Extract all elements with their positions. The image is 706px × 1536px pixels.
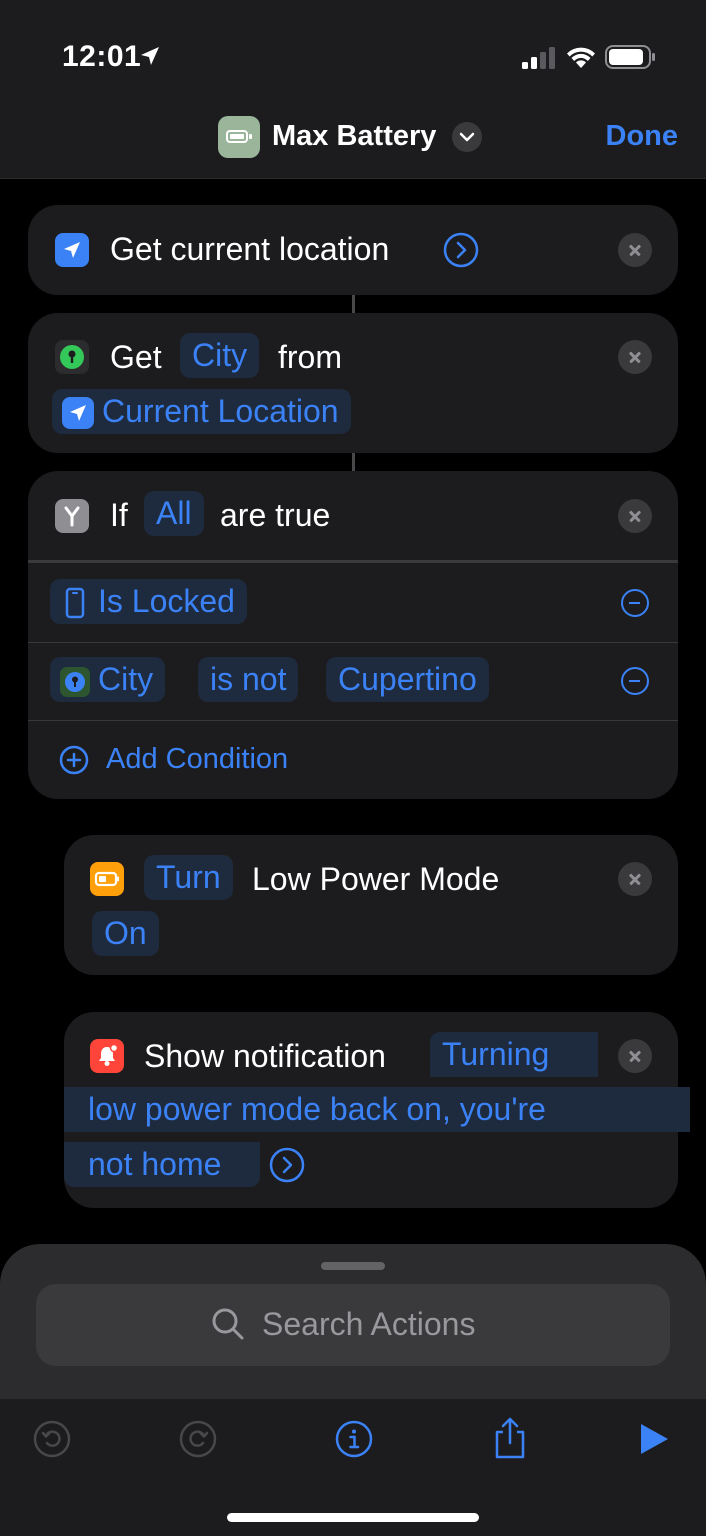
flow-connector bbox=[352, 453, 355, 471]
remove-action-icon[interactable] bbox=[618, 340, 652, 374]
search-actions-field[interactable]: Search Actions bbox=[36, 1284, 670, 1366]
are-true-label: are true bbox=[220, 497, 331, 533]
row-divider bbox=[28, 642, 678, 643]
redo-icon[interactable] bbox=[178, 1419, 218, 1459]
action-get-current-location[interactable]: Get current location bbox=[28, 205, 678, 295]
location-arrow-icon bbox=[141, 47, 159, 65]
wifi-icon bbox=[567, 47, 595, 68]
action-get-city[interactable]: Get City from Current Location bbox=[28, 313, 678, 453]
turn-token[interactable]: Turn bbox=[144, 855, 233, 900]
play-icon[interactable] bbox=[634, 1419, 674, 1459]
nav-bar: Max Battery Done bbox=[0, 100, 706, 179]
notification-text-line: Turning bbox=[430, 1032, 598, 1077]
phone-icon bbox=[65, 587, 85, 619]
battery-low-icon bbox=[90, 862, 124, 896]
is-locked-label: Is Locked bbox=[98, 583, 235, 619]
action-if-block[interactable]: If All are true Is Locked City is not Cu… bbox=[28, 471, 678, 799]
branch-icon bbox=[55, 499, 89, 533]
sheet-grabber[interactable] bbox=[321, 1262, 385, 1270]
remove-action-icon[interactable] bbox=[618, 499, 652, 533]
chevron-right-circle-icon[interactable] bbox=[442, 231, 480, 269]
get-label: Get bbox=[110, 339, 162, 375]
undo-icon[interactable] bbox=[32, 1419, 72, 1459]
editor-toolbar bbox=[0, 1398, 706, 1536]
shortcut-title[interactable]: Max Battery bbox=[272, 120, 436, 153]
battery-icon bbox=[605, 45, 655, 69]
add-condition-label: Add Condition bbox=[106, 743, 289, 775]
action-low-power-mode[interactable]: Turn Low Power Mode On bbox=[64, 835, 678, 975]
if-label: If bbox=[110, 497, 128, 533]
low-power-mode-label: Low Power Mode bbox=[252, 861, 500, 897]
cellular-signal-icon bbox=[522, 47, 555, 69]
status-time: 12:01 bbox=[62, 40, 142, 73]
remove-action-icon[interactable] bbox=[618, 233, 652, 267]
city-property-token[interactable]: City bbox=[180, 333, 260, 378]
done-button[interactable]: Done bbox=[606, 120, 679, 153]
home-indicator bbox=[227, 1513, 479, 1522]
flow-connector bbox=[352, 295, 355, 313]
chevron-down-icon[interactable] bbox=[452, 122, 482, 152]
notification-text-line: not home bbox=[64, 1142, 260, 1187]
status-bar: 12:01 bbox=[0, 0, 706, 100]
remove-condition-icon[interactable] bbox=[621, 667, 649, 695]
header-divider bbox=[28, 560, 678, 563]
remove-action-icon[interactable] bbox=[618, 1039, 652, 1073]
shortcut-battery-icon[interactable] bbox=[218, 116, 260, 158]
location-pin-icon bbox=[60, 667, 90, 697]
notification-bell-icon bbox=[90, 1039, 124, 1073]
quantifier-token[interactable]: All bbox=[144, 491, 204, 536]
remove-condition-icon[interactable] bbox=[621, 589, 649, 617]
state-token[interactable]: On bbox=[92, 911, 159, 956]
location-pin-icon bbox=[55, 340, 89, 374]
action-search-sheet: Search Actions bbox=[0, 1244, 706, 1404]
plus-circle-icon bbox=[59, 745, 89, 775]
info-icon[interactable] bbox=[334, 1419, 374, 1459]
from-label: from bbox=[278, 339, 342, 375]
notification-text-line: low power mode back on, you're bbox=[64, 1087, 690, 1132]
action-label: Get current location bbox=[110, 231, 390, 267]
location-icon bbox=[55, 233, 89, 267]
remove-action-icon[interactable] bbox=[618, 862, 652, 896]
current-location-label: Current Location bbox=[102, 393, 339, 429]
search-icon bbox=[212, 1308, 244, 1340]
chevron-right-circle-icon[interactable] bbox=[268, 1146, 306, 1184]
row-divider bbox=[28, 720, 678, 721]
search-placeholder: Search Actions bbox=[262, 1306, 476, 1342]
value-token[interactable]: Cupertino bbox=[326, 657, 489, 702]
current-location-variable[interactable]: Current Location bbox=[52, 389, 351, 434]
city-label: City bbox=[98, 661, 154, 697]
shortcut-editor-screen: 12:01 Max Battery Done Get current locat… bbox=[0, 0, 706, 1536]
show-notification-label: Show notification bbox=[144, 1038, 386, 1074]
location-icon bbox=[62, 397, 94, 429]
action-show-notification[interactable]: Show notification Turning low power mode… bbox=[64, 1012, 690, 1208]
share-icon[interactable] bbox=[490, 1415, 530, 1461]
operator-token[interactable]: is not bbox=[198, 657, 299, 702]
